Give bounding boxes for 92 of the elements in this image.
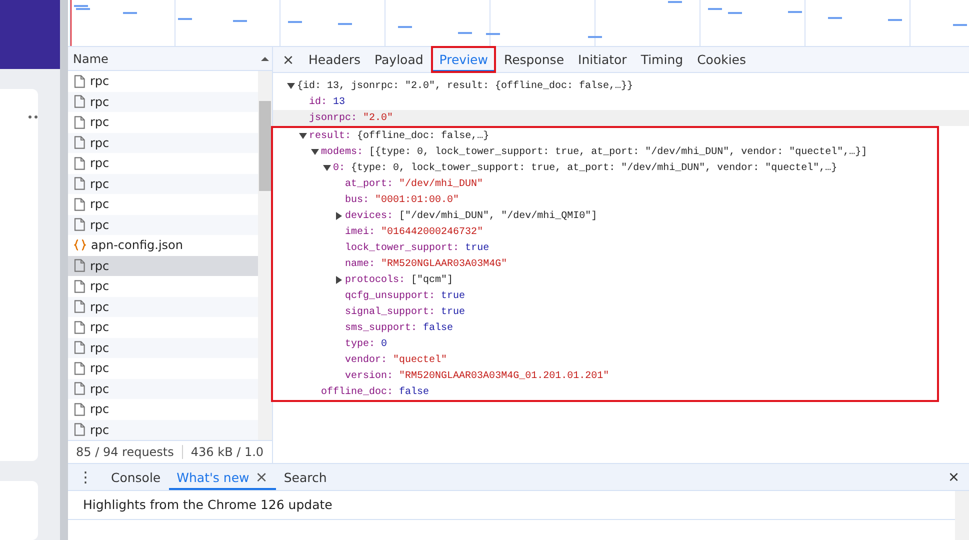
property-key: modems: bbox=[321, 146, 364, 158]
collapse-arrow-icon[interactable] bbox=[298, 132, 309, 140]
property-value: "/dev/mhi_DUN" bbox=[399, 178, 484, 190]
detail-tab[interactable]: Initiator bbox=[571, 47, 634, 72]
document-icon bbox=[74, 382, 85, 396]
collapse-arrow-icon[interactable] bbox=[310, 148, 321, 156]
property-value: "RM520NGLAAR03A03M4G_01.201.01.201" bbox=[399, 370, 610, 382]
document-icon bbox=[74, 402, 85, 416]
object-preview: ["qcm"] bbox=[411, 274, 454, 286]
property-value: 0 bbox=[381, 338, 388, 350]
request-row[interactable]: rpc bbox=[68, 378, 258, 399]
document-icon bbox=[74, 74, 85, 88]
property-value: "016442000246732" bbox=[381, 226, 484, 238]
property-value: "quectel" bbox=[393, 354, 448, 366]
property-key: name: bbox=[345, 258, 376, 270]
property-value: false bbox=[399, 386, 430, 398]
document-icon bbox=[74, 95, 85, 108]
document-icon bbox=[74, 320, 85, 334]
property-key: bus: bbox=[345, 194, 370, 206]
property-value: 13 bbox=[333, 96, 346, 108]
detail-tab[interactable]: Headers bbox=[302, 47, 368, 72]
scrollbar-track[interactable] bbox=[955, 491, 969, 540]
scrollbar-track[interactable] bbox=[258, 71, 272, 440]
property-value: true bbox=[465, 242, 490, 254]
property-key: imei: bbox=[345, 226, 376, 238]
object-preview: {type: 0, lock_tower_support: true, at_port: "/dev/mhi_DUN", vendor: "quectel",…} bbox=[351, 162, 838, 174]
close-tab-icon[interactable]: × bbox=[255, 468, 268, 486]
request-row[interactable]: rpc bbox=[68, 338, 258, 358]
braces-file-icon bbox=[74, 239, 86, 252]
scrollbar-thumb[interactable] bbox=[259, 101, 271, 191]
drawer-tab[interactable]: What's new bbox=[176, 470, 250, 484]
property-key: 0: bbox=[333, 162, 346, 174]
menu-button[interactable]: ⋮ bbox=[68, 464, 103, 490]
document-icon bbox=[74, 341, 85, 354]
property-key: id: bbox=[309, 96, 328, 108]
document-icon bbox=[74, 218, 85, 232]
request-row[interactable]: rpc bbox=[68, 420, 258, 440]
status-text: 436 kB / 1.0 bbox=[190, 445, 265, 459]
property-key: devices: bbox=[345, 210, 394, 222]
property-key: result: bbox=[309, 130, 352, 142]
document-icon bbox=[74, 423, 85, 436]
property-key: lock_tower_support: bbox=[345, 242, 460, 254]
detail-tab[interactable]: Response bbox=[496, 47, 572, 72]
document-icon bbox=[74, 300, 85, 314]
property-key: type: bbox=[345, 338, 376, 350]
property-key: qcfg_unsupport: bbox=[345, 290, 436, 302]
property-key: jsonrpc: bbox=[309, 112, 358, 124]
drawer-tab[interactable]: Console bbox=[111, 470, 161, 484]
object-preview: {offline_doc: false,…} bbox=[357, 130, 490, 142]
close-button[interactable]: × bbox=[273, 47, 302, 72]
property-value: true bbox=[441, 290, 466, 302]
detail-tab[interactable]: Cookies bbox=[690, 47, 754, 72]
property-key: sms_support: bbox=[345, 322, 418, 334]
collapse-arrow-icon[interactable] bbox=[322, 164, 333, 172]
document-icon bbox=[74, 177, 85, 190]
request-row[interactable]: rpc bbox=[68, 214, 258, 235]
property-value: true bbox=[441, 306, 466, 318]
status-text: 85 / 94 requests bbox=[68, 445, 183, 459]
request-row[interactable]: rpc bbox=[68, 256, 258, 276]
whats-new-heading: Highlights from the Chrome 126 update bbox=[68, 491, 955, 520]
request-row[interactable]: rpc bbox=[68, 92, 258, 112]
document-icon bbox=[74, 362, 85, 375]
object-preview: [{type: 0, lock_tower_support: true, at_port: "/dev/mhi_DUN", vendor: "quectel",…}] bbox=[369, 146, 868, 158]
property-value: "2.0" bbox=[363, 112, 394, 124]
request-row[interactable]: rpc bbox=[68, 296, 258, 317]
detail-tab[interactable]: Preview bbox=[432, 47, 495, 72]
property-key: offline_doc: bbox=[321, 386, 394, 398]
property-key: vendor: bbox=[345, 354, 388, 366]
detail-tab[interactable]: Timing bbox=[634, 47, 690, 72]
request-row[interactable]: rpc bbox=[68, 174, 258, 194]
detail-tab[interactable]: Payload bbox=[368, 47, 430, 72]
document-icon bbox=[74, 198, 85, 211]
document-icon bbox=[74, 136, 85, 150]
property-key: version: bbox=[345, 370, 394, 382]
property-value: false bbox=[423, 322, 454, 334]
page-header-banner bbox=[0, 0, 60, 69]
request-row[interactable]: rpc bbox=[68, 132, 258, 153]
object-preview: {id: 13, jsonrpc: "2.0", result: {offline_doc: false,…}} bbox=[297, 80, 634, 92]
property-key: signal_support: bbox=[345, 306, 436, 318]
document-icon bbox=[74, 116, 85, 129]
document-icon bbox=[74, 156, 85, 170]
more-icon bbox=[28, 114, 38, 119]
close-button[interactable]: × bbox=[938, 464, 969, 490]
property-key: at_port: bbox=[345, 178, 394, 190]
property-value: "RM520NGLAAR03A03M4G" bbox=[381, 258, 508, 270]
property-value: "0001:01:00.0" bbox=[375, 194, 460, 206]
document-icon bbox=[74, 259, 85, 272]
collapse-arrow-icon[interactable] bbox=[286, 82, 297, 90]
document-icon bbox=[74, 280, 85, 293]
property-key: protocols: bbox=[345, 274, 406, 286]
object-preview: ["/dev/mhi_DUN", "/dev/mhi_QMI0"] bbox=[399, 210, 598, 222]
drawer-tab[interactable]: Search bbox=[284, 470, 327, 484]
